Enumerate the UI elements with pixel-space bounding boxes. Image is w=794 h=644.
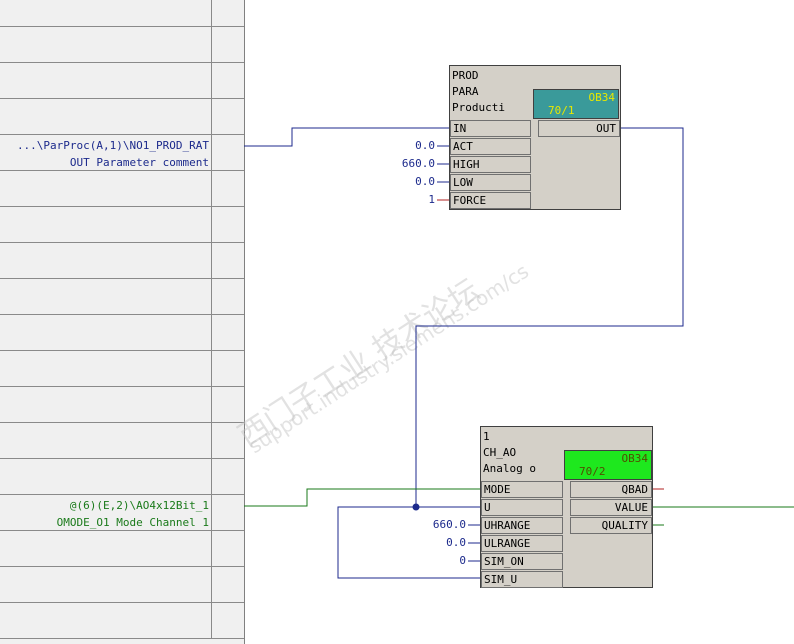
pin-chao-ulrange[interactable]: ULRANGE (481, 535, 563, 552)
function-block-ch-ao[interactable]: 1 CH_AO Analog o OB34 70/2 MODE U UHRANG… (480, 426, 653, 588)
pin-chao-value[interactable]: VALUE (570, 499, 652, 516)
block-prod-ob-badge: OB34 70/1 (533, 89, 619, 119)
block-prod-header-1: PROD (452, 69, 479, 82)
value-prod-high[interactable]: 660.0 (380, 155, 435, 172)
pin-chao-sim-u[interactable]: SIM_U (481, 571, 563, 588)
pin-chao-u[interactable]: U (481, 499, 563, 516)
pin-prod-low[interactable]: LOW (450, 174, 531, 191)
block-chao-header-1: 1 (483, 430, 490, 443)
pin-chao-quality[interactable]: QUALITY (570, 517, 652, 534)
value-chao-uhrange[interactable]: 660.0 (410, 516, 466, 533)
junction-dot (412, 503, 420, 511)
value-chao-sim-on[interactable]: 0 (410, 552, 466, 569)
function-block-prod[interactable]: PROD PARA Producti OB34 70/1 IN ACT HIGH… (449, 65, 621, 210)
value-prod-low[interactable]: 0.0 (380, 173, 435, 190)
block-chao-header-2: CH_AO (483, 446, 517, 459)
block-prod-ob-seq: 70/1 (548, 104, 575, 117)
pin-prod-force[interactable]: FORCE (450, 192, 531, 209)
pin-prod-out[interactable]: OUT (538, 120, 620, 137)
value-prod-force[interactable]: 1 (380, 191, 435, 208)
pin-chao-mode[interactable]: MODE (481, 481, 563, 498)
pin-prod-high[interactable]: HIGH (450, 156, 531, 173)
block-chao-header-3: Analog o (483, 462, 536, 475)
block-prod-header-2: PARA (452, 85, 479, 98)
block-chao-ob-seq: 70/2 (579, 465, 606, 478)
connection-wires (244, 127, 794, 579)
pin-prod-act[interactable]: ACT (450, 138, 531, 155)
pin-chao-qbad[interactable]: QBAD (570, 481, 652, 498)
wire-ref2-to-mode (244, 488, 480, 507)
block-chao-ob-name: OB34 (621, 452, 649, 465)
value-prod-act[interactable]: 0.0 (380, 137, 435, 154)
block-prod-ob-name: OB34 (588, 91, 616, 104)
block-chao-ob-badge: OB34 70/2 (564, 450, 652, 480)
value-chao-ulrange[interactable]: 0.0 (410, 534, 466, 551)
pin-prod-in[interactable]: IN (450, 120, 531, 137)
block-prod-header-3: Producti (452, 101, 505, 114)
pin-chao-sim-on[interactable]: SIM_ON (481, 553, 563, 570)
pin-chao-uhrange[interactable]: UHRANGE (481, 517, 563, 534)
